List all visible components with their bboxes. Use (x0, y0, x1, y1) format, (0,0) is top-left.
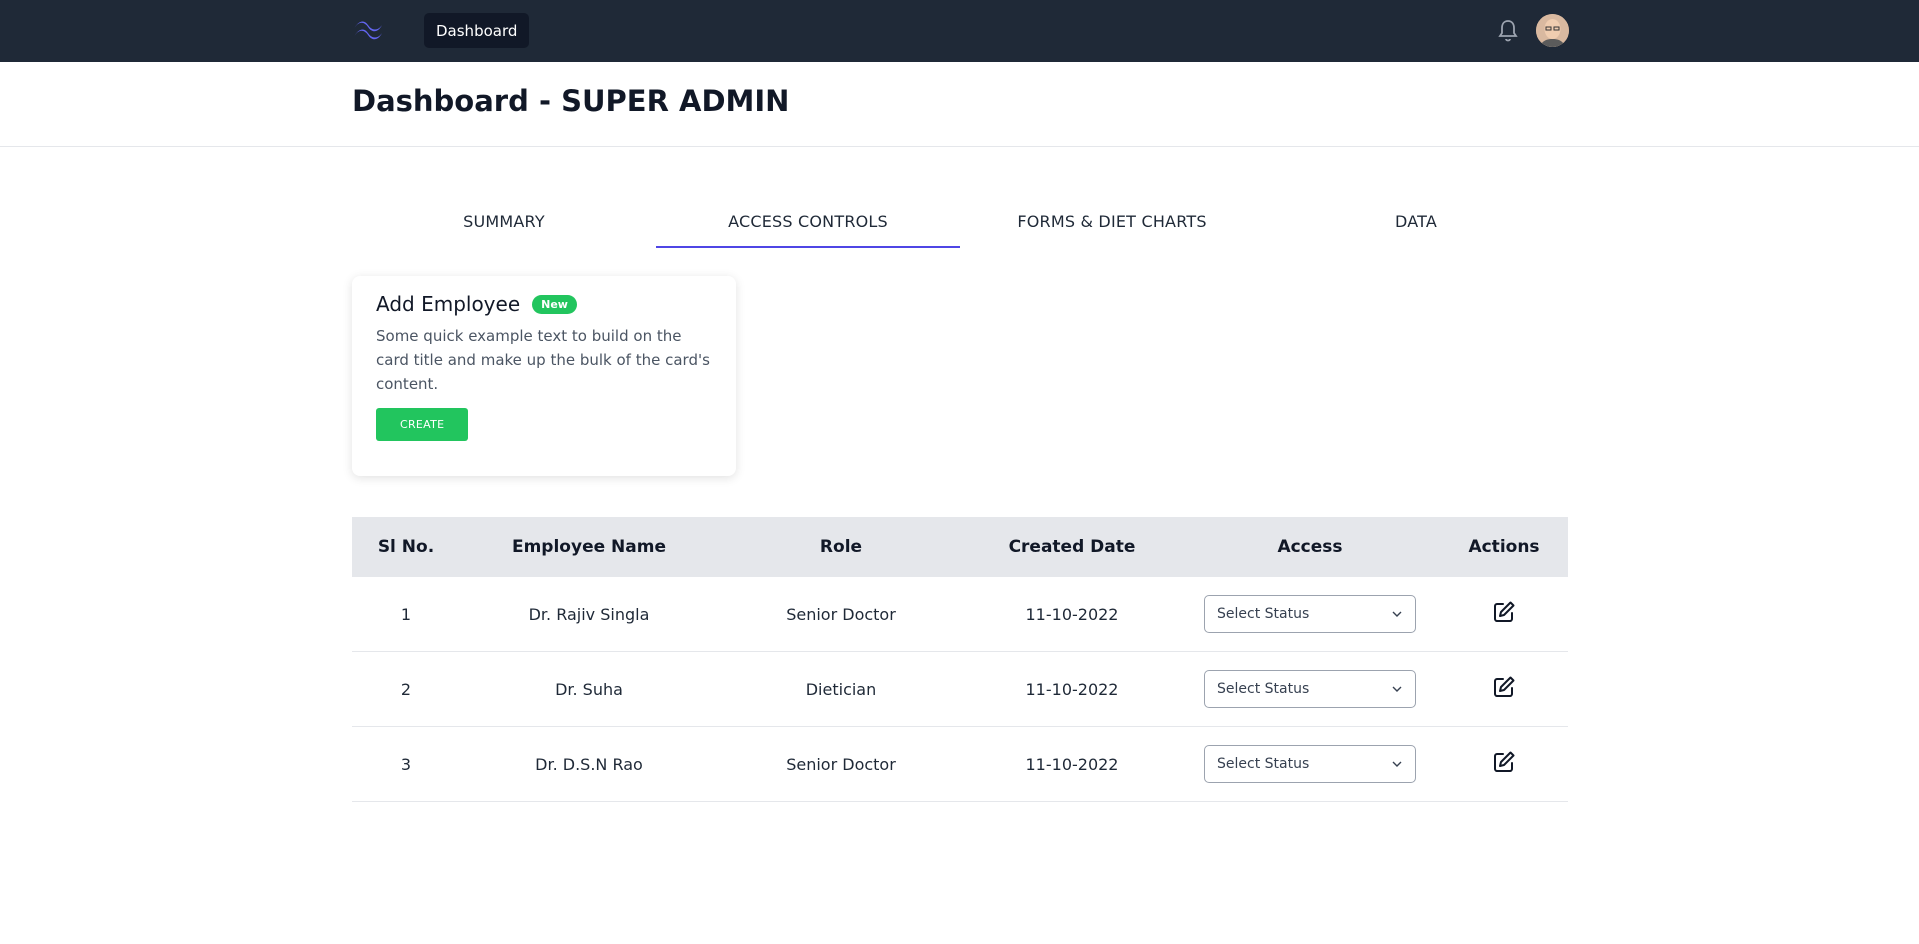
access-status-select[interactable]: Select Status (1204, 595, 1416, 633)
cell-sl-no: 3 (352, 726, 460, 802)
page-title: Dashboard - SUPER ADMIN (352, 84, 790, 118)
table-row: 2 Dr. Suha Dietician 11-10-2022 Select S… (352, 651, 1568, 727)
cell-created-date: 11-10-2022 (964, 726, 1180, 802)
table-header-row: Sl No. Employee Name Role Created Date A… (352, 517, 1568, 577)
access-status-select[interactable]: Select Status (1204, 670, 1416, 708)
page-header: Dashboard - SUPER ADMIN (0, 62, 1919, 147)
user-avatar[interactable] (1536, 14, 1569, 47)
nav-dashboard-link[interactable]: Dashboard (424, 13, 530, 48)
tab-forms-diet-charts[interactable]: FORMS & DIET CHARTS (960, 196, 1264, 248)
edit-icon[interactable] (1492, 750, 1516, 774)
cell-role: Dietician (718, 651, 964, 727)
access-status-select[interactable]: Select Status (1204, 745, 1416, 783)
cell-employee-name: Dr. Rajiv Singla (460, 577, 718, 652)
add-employee-card: Add Employee New Some quick example text… (352, 276, 736, 476)
tab-summary[interactable]: SUMMARY (352, 196, 656, 248)
tab-bar: SUMMARY ACCESS CONTROLS FORMS & DIET CHA… (352, 196, 1568, 248)
cell-role: Senior Doctor (718, 726, 964, 802)
select-value: Select Status (1217, 681, 1310, 697)
table-row: 1 Dr. Rajiv Singla Senior Doctor 11-10-2… (352, 577, 1568, 652)
cell-created-date: 11-10-2022 (964, 651, 1180, 727)
col-header-actions: Actions (1440, 517, 1568, 577)
col-header-role: Role (718, 517, 964, 577)
tab-access-controls[interactable]: ACCESS CONTROLS (656, 196, 960, 248)
col-header-sl-no: Sl No. (352, 517, 460, 577)
col-header-access: Access (1180, 517, 1440, 577)
employee-table: Sl No. Employee Name Role Created Date A… (352, 517, 1568, 802)
cell-sl-no: 1 (352, 577, 460, 652)
cell-access: Select Status (1180, 651, 1440, 727)
cell-employee-name: Dr. Suha (460, 651, 718, 727)
select-value: Select Status (1217, 756, 1310, 772)
cell-actions (1440, 577, 1568, 652)
edit-icon[interactable] (1492, 675, 1516, 699)
col-header-employee-name: Employee Name (460, 517, 718, 577)
chevron-down-icon (1392, 761, 1402, 767)
cell-role: Senior Doctor (718, 577, 964, 652)
card-title-row: Add Employee New (376, 292, 712, 316)
create-button[interactable]: CREATE (376, 408, 469, 441)
cell-access: Select Status (1180, 577, 1440, 652)
card-title: Add Employee (376, 292, 521, 316)
col-header-created-date: Created Date (964, 517, 1180, 577)
tailwind-logo-icon[interactable] (352, 17, 384, 41)
chevron-down-icon (1392, 686, 1402, 692)
cell-actions (1440, 726, 1568, 802)
bell-icon[interactable] (1496, 18, 1520, 44)
new-badge: New (532, 294, 577, 314)
card-description: Some quick example text to build on the … (376, 327, 710, 393)
cell-access: Select Status (1180, 726, 1440, 802)
tab-data[interactable]: DATA (1264, 196, 1568, 248)
cell-created-date: 11-10-2022 (964, 577, 1180, 652)
select-value: Select Status (1217, 606, 1310, 622)
cell-sl-no: 2 (352, 651, 460, 727)
cell-actions (1440, 651, 1568, 727)
cell-employee-name: Dr. D.S.N Rao (460, 726, 718, 802)
top-navbar: Dashboard (0, 0, 1919, 62)
edit-icon[interactable] (1492, 600, 1516, 624)
table-row: 3 Dr. D.S.N Rao Senior Doctor 11-10-2022… (352, 726, 1568, 802)
chevron-down-icon (1392, 611, 1402, 617)
